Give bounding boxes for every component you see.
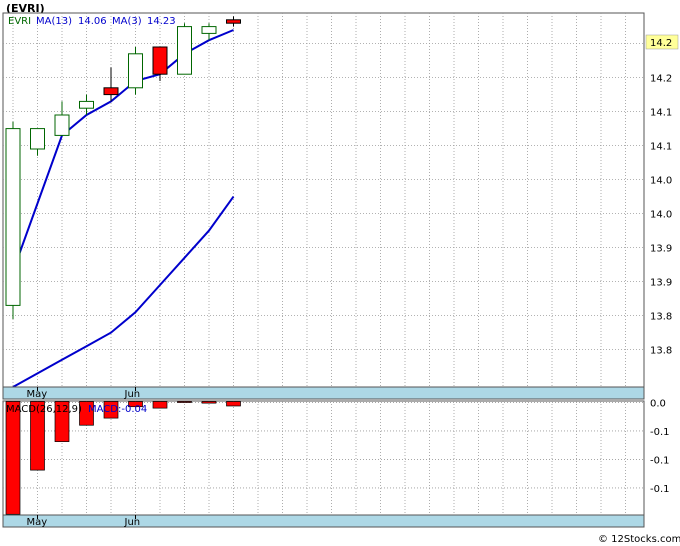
candle-body [128, 53, 143, 89]
legend-ma3-value: 14.23 [147, 16, 176, 27]
macd-tick-label: -0.1 [650, 484, 670, 495]
macd-bar [201, 401, 217, 404]
candle-body [30, 128, 45, 150]
stock-chart: (EVRI) 13.813.813.913.914.014.014.114.11… [2, 2, 680, 545]
watermark: © 12Stocks.com [598, 534, 680, 545]
x-tick-label: Jun [124, 517, 141, 528]
price-tick-label: 13.8 [650, 312, 672, 323]
price-tick-label: 14.1 [650, 108, 672, 119]
macd-bar [152, 401, 168, 409]
price-tick-label: 13.9 [650, 278, 672, 289]
candle-body [177, 26, 192, 75]
macd-bar [177, 401, 192, 403]
macd-y-axis: 0.0 -0.1 -0.1 -0.1 [650, 398, 670, 495]
macd-tick-label: 0.0 [650, 398, 666, 409]
x-tick-label: Jun [124, 389, 141, 400]
macd-label: MACD(26,12,9) [6, 404, 82, 415]
macd-bar [226, 401, 241, 407]
price-tick-label: 14.1 [650, 142, 672, 153]
x-tick-label: May [27, 389, 48, 400]
legend-ma13-label: MA(13) [36, 16, 72, 27]
candle-body [103, 87, 119, 96]
macd-tick-label: -0.1 [650, 427, 670, 438]
candle-body [5, 128, 21, 306]
price-tick-label: 14.0 [650, 210, 672, 221]
macd-value-label: MACD:-0.04 [88, 404, 147, 415]
candle-body [201, 26, 217, 34]
macd-date-strip [2, 514, 645, 528]
price-y-axis: 13.8 13.8 13.9 13.9 14.0 14.0 14.1 14.1 14.2 14.2 [650, 40, 672, 357]
legend-ma3-label: MA(3) [112, 16, 142, 27]
candle [5, 121, 21, 319]
legend-symbol: EVRI [8, 16, 31, 27]
candle-body [79, 100, 94, 109]
macd-legend: MACD(26,12,9) MACD:-0.04 [6, 404, 147, 415]
legend-ma13-value: 14.06 [78, 16, 107, 27]
macd-panel [2, 400, 645, 516]
price-tick-label: 14.0 [650, 176, 672, 187]
last-price-label: 14.2 [650, 38, 672, 49]
macd-bar [5, 401, 21, 515]
candle [128, 47, 143, 95]
price-tick-label: 14.2 [650, 74, 672, 85]
candle [177, 23, 192, 75]
price-tick-label: 13.8 [650, 346, 672, 357]
price-panel [2, 12, 645, 388]
price-tick-label: 13.9 [650, 244, 672, 255]
candle-body [152, 46, 168, 75]
candle-body [54, 114, 70, 136]
x-tick-label: May [27, 517, 48, 528]
price-date-strip [2, 386, 645, 400]
candle-body [226, 19, 241, 24]
macd-tick-label: -0.1 [650, 455, 670, 466]
